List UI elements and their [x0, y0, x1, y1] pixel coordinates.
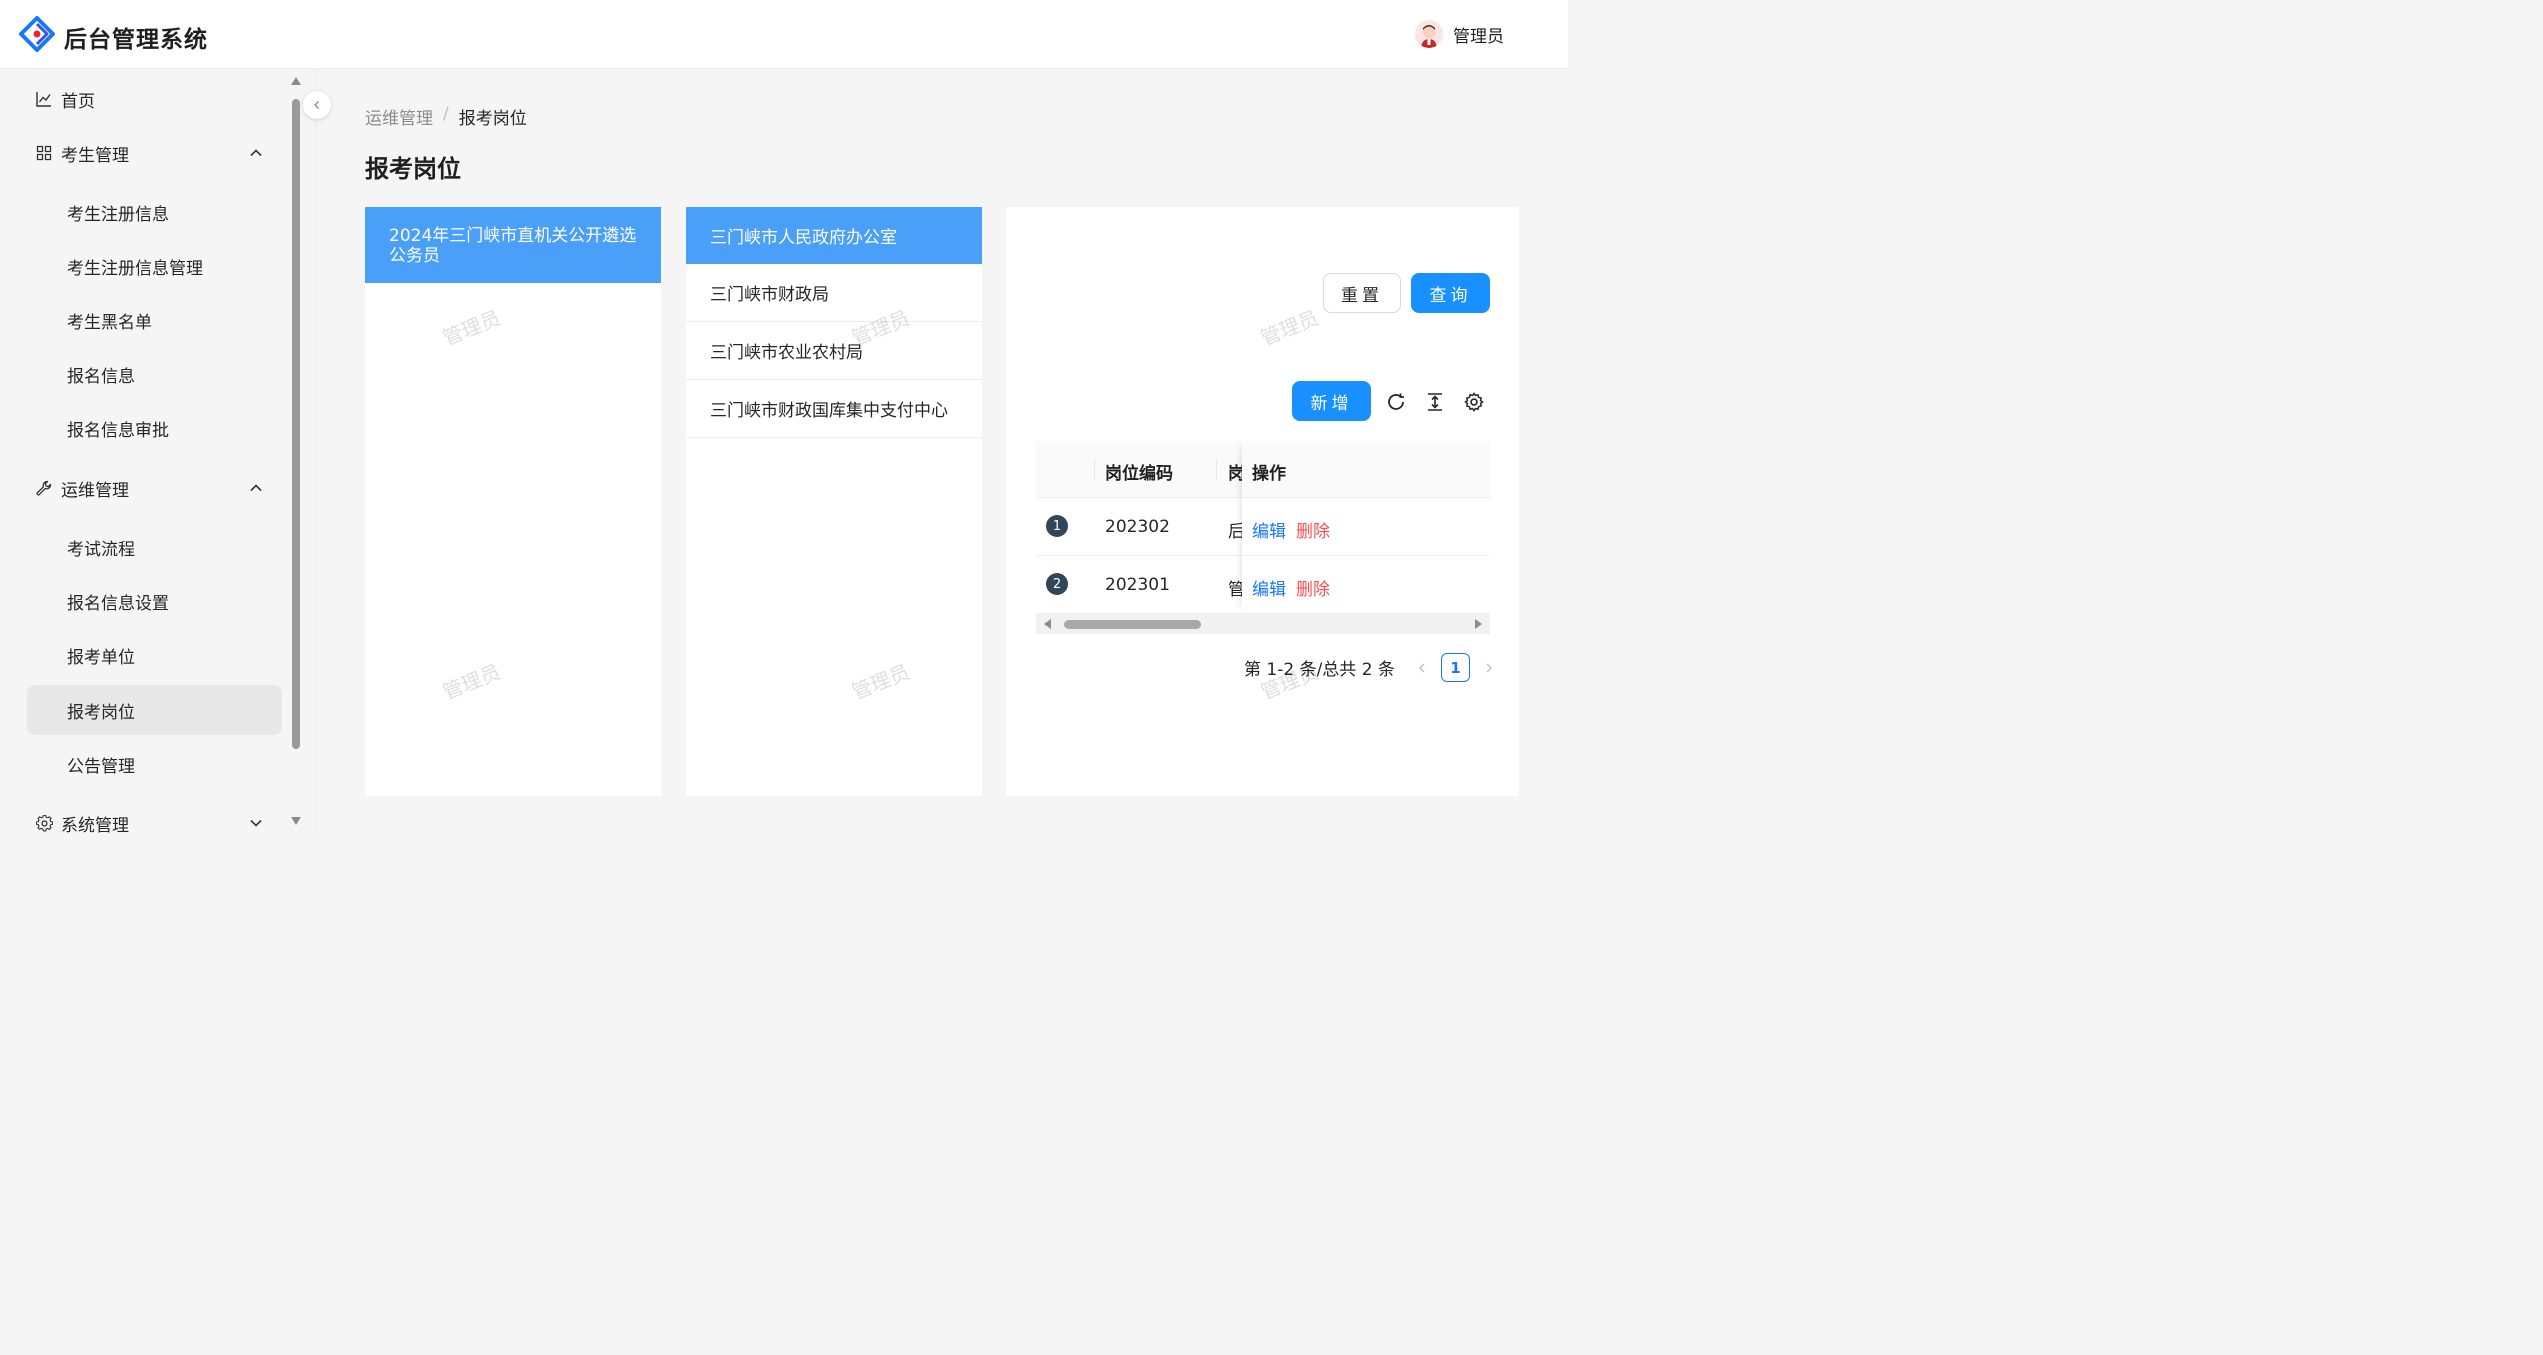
column-header-actions: 操作 [1252, 464, 1286, 484]
sidebar-item-signup-approval[interactable]: 报名信息审批 [27, 403, 282, 453]
sidebar-item-label: 报考岗位 [67, 702, 135, 723]
edit-link[interactable]: 编辑 [1252, 575, 1286, 600]
actions-cell: 编辑 删除 [1242, 498, 1490, 556]
positions-panel: 重置 查询 新增 岗位编码 岗 1 202302 后 2 202301 管 操作… [1006, 207, 1519, 796]
sidebar-scroll-thumb[interactable] [292, 99, 300, 749]
sidebar-item-label: 考生注册信息 [67, 204, 169, 225]
unit-list-panel: 三门峡市人民政府办公室 三门峡市财政局 三门峡市农业农村局 三门峡市财政国库集中… [686, 207, 982, 796]
next-page-icon[interactable] [1480, 659, 1498, 677]
page-title: 报考岗位 [365, 155, 461, 183]
breadcrumb-current: 报考岗位 [458, 109, 527, 129]
scroll-left-arrow-icon[interactable] [1044, 619, 1051, 629]
sidebar-item-label: 报考单位 [67, 647, 135, 668]
cell-code: 202301 [1105, 575, 1170, 595]
exam-list-panel: 2024年三门峡市直机关公开遴选公务员 [365, 207, 661, 796]
user-name[interactable]: 管理员 [1453, 22, 1504, 47]
breadcrumb-separator: / [443, 104, 449, 124]
user-menu[interactable]: 管理员 [1415, 20, 1504, 48]
sidebar: 首页 考生管理 考生注册信息 考生注册信息管理 考生黑名单 报名信息 报名信息审… [0, 69, 316, 835]
sidebar-item-signup-settings[interactable]: 报名信息设置 [27, 576, 282, 626]
breadcrumb-parent[interactable]: 运维管理 [365, 104, 433, 129]
line-chart-icon [35, 90, 53, 108]
prev-page-icon[interactable] [1413, 659, 1431, 677]
fixed-actions-column: 操作 编辑 删除 编辑 删除 [1242, 441, 1490, 614]
sidebar-item-label: 首页 [61, 91, 95, 112]
app-title: 后台管理系统 [64, 27, 208, 53]
sidebar-item-system-management[interactable]: 系统管理 [27, 798, 282, 835]
sidebar-item-ops-management[interactable]: 运维管理 [27, 463, 282, 513]
sidebar-item-label: 报名信息设置 [67, 593, 169, 614]
actions-header-cell: 操作 [1242, 441, 1490, 498]
scroll-up-arrow-icon[interactable] [291, 77, 301, 85]
pagination: 第 1-2 条/总共 2 条 1 [1244, 653, 1498, 682]
delete-link[interactable]: 删除 [1296, 575, 1330, 600]
breadcrumb: 运维管理 / 报考岗位 [365, 104, 527, 129]
unit-list-item[interactable]: 三门峡市财政局 [686, 264, 982, 322]
table-horizontal-scrollbar[interactable] [1036, 614, 1490, 634]
sidebar-item-exam-process[interactable]: 考试流程 [27, 522, 282, 572]
exam-list-item[interactable]: 2024年三门峡市直机关公开遴选公务员 [365, 207, 661, 283]
chevron-up-icon [250, 149, 262, 157]
query-button[interactable]: 查询 [1411, 273, 1490, 313]
add-button[interactable]: 新增 [1292, 381, 1371, 421]
logo-icon [19, 16, 55, 52]
column-height-icon[interactable] [1424, 391, 1446, 413]
avatar[interactable] [1415, 20, 1443, 48]
pagination-total: 第 1-2 条/总共 2 条 [1244, 660, 1395, 680]
sidebar-item-label: 考生注册信息管理 [67, 258, 203, 279]
sidebar-item-label: 考试流程 [67, 539, 135, 560]
page-number-button[interactable]: 1 [1440, 653, 1470, 682]
sidebar-item-label: 系统管理 [61, 815, 129, 836]
sidebar-collapse-button[interactable] [303, 91, 331, 119]
user-avatar-icon [1415, 20, 1443, 48]
table-scroll-thumb[interactable] [1064, 620, 1201, 629]
chevron-left-icon [314, 101, 319, 109]
sidebar-item-signup-info[interactable]: 报名信息 [27, 349, 282, 399]
scroll-down-arrow-icon[interactable] [291, 817, 301, 825]
sidebar-item-home[interactable]: 首页 [27, 74, 282, 124]
sidebar-item-label: 考生黑名单 [67, 312, 152, 333]
sidebar-item-label: 考生管理 [61, 145, 129, 166]
delete-link[interactable]: 删除 [1296, 517, 1330, 542]
column-divider [1216, 459, 1217, 481]
sidebar-item-label: 公告管理 [67, 756, 135, 777]
row-index-badge: 2 [1046, 573, 1068, 595]
sidebar-item-candidate-management[interactable]: 考生管理 [27, 128, 282, 178]
sidebar-item-label: 运维管理 [61, 480, 129, 501]
column-divider [1094, 459, 1095, 481]
actions-cell: 编辑 删除 [1242, 556, 1490, 614]
settings-gear-icon[interactable] [1463, 391, 1485, 413]
sidebar-item-exam-units[interactable]: 报考单位 [27, 630, 282, 680]
sidebar-item-label: 报名信息审批 [67, 420, 169, 441]
scroll-right-arrow-icon[interactable] [1475, 619, 1482, 629]
row-index-badge: 1 [1046, 515, 1068, 537]
grid-icon [35, 144, 53, 162]
sidebar-item-blacklist[interactable]: 考生黑名单 [27, 295, 282, 345]
column-header-code[interactable]: 岗位编码 [1105, 459, 1173, 484]
sidebar-item-label: 报名信息 [67, 366, 135, 387]
positions-table: 岗位编码 岗 1 202302 后 2 202301 管 操作 编辑 删除 编辑… [1036, 441, 1490, 634]
reload-icon[interactable] [1385, 391, 1407, 413]
sidebar-item-candidate-registration[interactable]: 考生注册信息 [27, 187, 282, 237]
top-header: 后台管理系统 管理员 [0, 0, 1568, 69]
cell-code: 202302 [1105, 517, 1170, 537]
edit-link[interactable]: 编辑 [1252, 517, 1286, 542]
sidebar-item-exam-positions[interactable]: 报考岗位 [27, 685, 282, 735]
gear-icon [35, 814, 53, 832]
wrench-icon [35, 479, 53, 497]
sidebar-scrollbar[interactable] [290, 77, 302, 827]
sidebar-item-registration-management[interactable]: 考生注册信息管理 [27, 241, 282, 291]
unit-list-item[interactable]: 三门峡市财政国库集中支付中心 [686, 380, 982, 438]
unit-list-item[interactable]: 三门峡市农业农村局 [686, 322, 982, 380]
sidebar-item-announcements[interactable]: 公告管理 [27, 739, 282, 789]
chevron-down-icon [250, 819, 262, 827]
chevron-up-icon [250, 484, 262, 492]
unit-list-item[interactable]: 三门峡市人民政府办公室 [686, 207, 982, 264]
reset-button[interactable]: 重置 [1323, 273, 1401, 313]
